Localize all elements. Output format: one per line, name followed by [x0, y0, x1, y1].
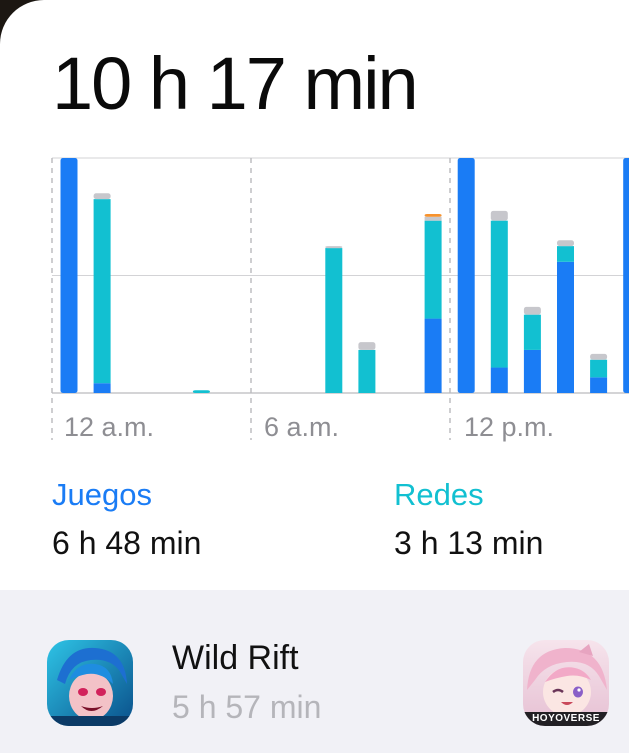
hoyoverse-logo-text: HOYOVERSE	[532, 713, 600, 724]
category-value-redes: 3 h 13 min	[394, 525, 544, 561]
most-used-apps-list: Wild Rift 5 h 57 min HOYOVERSE	[0, 590, 629, 753]
chart-x-tick-label: 12 p.m.	[464, 412, 554, 442]
app-name-wild-rift: Wild Rift	[172, 639, 299, 677]
chart-x-tick-label: 6 a.m.	[264, 412, 339, 442]
app-time-wild-rift: 5 h 57 min	[172, 689, 322, 725]
chart-bar-14-juegos	[523, 349, 541, 393]
screen-time-card: 10 h 17 min 12 a.m. 6 a.m. 12 p.m. Juegos …	[0, 0, 629, 590]
honkai-star-rail-app-icon[interactable]: HOYOVERSE	[523, 640, 609, 726]
chart-bar-14-redes	[523, 314, 541, 350]
chart-bar-9-otros	[358, 342, 376, 350]
chart-bar-13-juegos	[490, 367, 508, 393]
category-label-redes: Redes	[394, 477, 484, 512]
chart-bar-15-juegos	[557, 261, 574, 393]
category-label-juegos: Juegos	[52, 477, 152, 512]
chart-bar-13-otros	[490, 210, 508, 221]
chart-bar-1-redes	[93, 199, 111, 384]
chart-bar-4-redes	[192, 390, 210, 393]
chart-bar-13-redes	[490, 220, 508, 368]
chart-bar-17-juegos	[623, 158, 629, 393]
chart-bar-11-redes	[424, 220, 442, 319]
chart-bar-11-otros-2	[424, 214, 442, 217]
chart-bar-8-otros	[325, 246, 343, 249]
chart-bar-16-juegos	[590, 377, 608, 393]
chart-bar-9-redes	[358, 349, 376, 393]
wild-rift-app-icon[interactable]	[47, 640, 133, 726]
chart-bar-15-redes	[557, 246, 574, 262]
total-screen-time: 10 h 17 min	[52, 42, 419, 125]
chart-bar-1-juegos	[93, 383, 111, 393]
chart-bar-15-otros	[557, 240, 574, 247]
chart-bar-16-redes	[590, 359, 608, 378]
chart-bar-16-otros	[590, 353, 608, 360]
chart-bar-14-otros	[523, 306, 541, 315]
category-value-juegos: 6 h 48 min	[52, 525, 202, 561]
chart-bar-11-juegos	[424, 318, 442, 393]
chart-bar-1-otros	[93, 193, 111, 200]
chart-bar-12-juegos	[457, 158, 475, 393]
chart-x-tick-label: 12 a.m.	[64, 412, 154, 442]
chart-bar-11-otros	[424, 216, 442, 221]
chart-bar-8-redes	[325, 248, 343, 393]
usage-bar-chart[interactable]: 12 a.m. 6 a.m. 12 p.m.	[0, 150, 629, 450]
chart-bar-0-juegos	[60, 158, 78, 393]
